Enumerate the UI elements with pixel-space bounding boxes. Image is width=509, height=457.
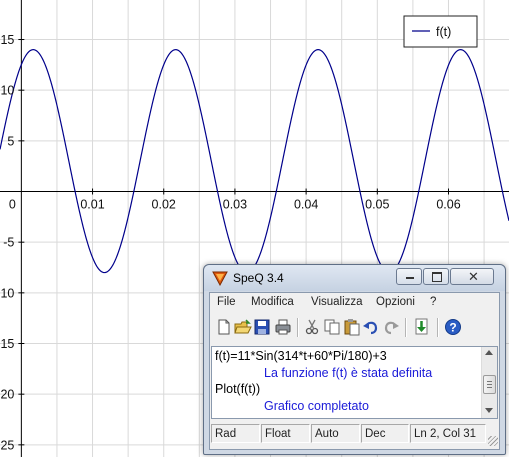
minimize-button[interactable] bbox=[396, 268, 422, 285]
menu-file[interactable]: File bbox=[217, 296, 236, 308]
status-cursor-position: Ln 2, Col 31 bbox=[410, 424, 486, 443]
close-icon: ✕ bbox=[468, 269, 479, 284]
svg-text:?: ? bbox=[449, 321, 456, 335]
x-tick-label: 0.06 bbox=[436, 198, 460, 212]
menu-help[interactable]: ? bbox=[430, 296, 436, 308]
toolbar: ? bbox=[210, 313, 499, 343]
x-tick-label: 0.02 bbox=[152, 198, 176, 212]
save-icon[interactable] bbox=[253, 318, 271, 336]
y-tick-label: 5 bbox=[7, 134, 14, 148]
scroll-up-arrow-icon[interactable] bbox=[485, 350, 493, 355]
status-number-format: Float bbox=[261, 424, 310, 443]
print-icon[interactable] bbox=[274, 318, 292, 336]
toolbar-separator bbox=[297, 318, 299, 337]
status-base: Dec bbox=[361, 424, 409, 443]
x-tick-label: 0.01 bbox=[80, 198, 104, 212]
scroll-thumb[interactable] bbox=[483, 375, 496, 394]
menu-visualizza[interactable]: Visualizza bbox=[311, 296, 363, 308]
editor-scrollbar[interactable] bbox=[481, 347, 497, 418]
toolbar-separator bbox=[405, 318, 407, 337]
x-tick-label: 0.04 bbox=[294, 198, 318, 212]
menu-bar: File Modifica Visualizza Opzioni ? bbox=[210, 293, 499, 312]
close-button[interactable]: ✕ bbox=[450, 268, 494, 285]
window-client: File Modifica Visualizza Opzioni ? ? f(t… bbox=[209, 292, 500, 450]
status-angle-mode: Rad bbox=[211, 424, 260, 443]
y-tick-label: 15 bbox=[0, 33, 14, 47]
speq-logo-icon bbox=[212, 271, 228, 286]
help-icon[interactable]: ? bbox=[444, 318, 462, 336]
title-bar[interactable]: SpeQ 3.4 ✕ bbox=[204, 265, 505, 291]
y-tick-label: -10 bbox=[0, 286, 14, 300]
new-icon[interactable] bbox=[215, 318, 233, 336]
legend: f(t) bbox=[403, 15, 478, 48]
editor[interactable]: f(t)=11*Sin(314*t+60*Pi/180)+3 La funzio… bbox=[211, 346, 498, 419]
editor-line-input[interactable]: Plot(f(t)) bbox=[215, 382, 260, 396]
y-tick-label: -15 bbox=[0, 337, 14, 351]
speq-window[interactable]: SpeQ 3.4 ✕ File Modifica Visualizza Opzi… bbox=[203, 264, 506, 455]
legend-label: f(t) bbox=[436, 25, 451, 39]
x-tick-label: 0.03 bbox=[223, 198, 247, 212]
download-icon[interactable] bbox=[413, 318, 431, 336]
scroll-down-arrow-icon[interactable] bbox=[485, 408, 493, 413]
undo-icon[interactable] bbox=[362, 318, 380, 336]
editor-line-input[interactable]: f(t)=11*Sin(314*t+60*Pi/180)+3 bbox=[215, 349, 387, 363]
y-tick-label: -5 bbox=[3, 236, 14, 250]
menu-opzioni[interactable]: Opzioni bbox=[376, 296, 415, 308]
y-tick-label: -25 bbox=[0, 438, 14, 452]
paste-icon[interactable] bbox=[343, 318, 361, 336]
editor-line-output[interactable]: Grafico completato bbox=[264, 399, 369, 413]
cut-icon[interactable] bbox=[303, 318, 321, 336]
status-auto-mode: Auto bbox=[311, 424, 360, 443]
series-line-f-t bbox=[0, 49, 509, 274]
status-bar: Rad Float Auto Dec Ln 2, Col 31 bbox=[210, 421, 499, 447]
y-tick-label: -20 bbox=[0, 388, 14, 402]
minimize-icon bbox=[406, 277, 414, 279]
maximize-icon bbox=[432, 272, 442, 282]
resize-grip[interactable] bbox=[488, 436, 498, 446]
editor-line-output[interactable]: La funzione f(t) è stata definita bbox=[264, 366, 432, 380]
open-icon[interactable] bbox=[234, 318, 252, 336]
toolbar-separator bbox=[437, 318, 439, 337]
y-tick-label: 10 bbox=[0, 84, 14, 98]
menu-modifica[interactable]: Modifica bbox=[251, 296, 294, 308]
copy-icon[interactable] bbox=[323, 318, 341, 336]
window-title: SpeQ 3.4 bbox=[233, 271, 284, 285]
redo-icon[interactable] bbox=[382, 318, 400, 336]
maximize-button[interactable] bbox=[423, 268, 449, 285]
origin-label: 0 bbox=[9, 198, 16, 212]
x-tick-label: 0.05 bbox=[365, 198, 389, 212]
